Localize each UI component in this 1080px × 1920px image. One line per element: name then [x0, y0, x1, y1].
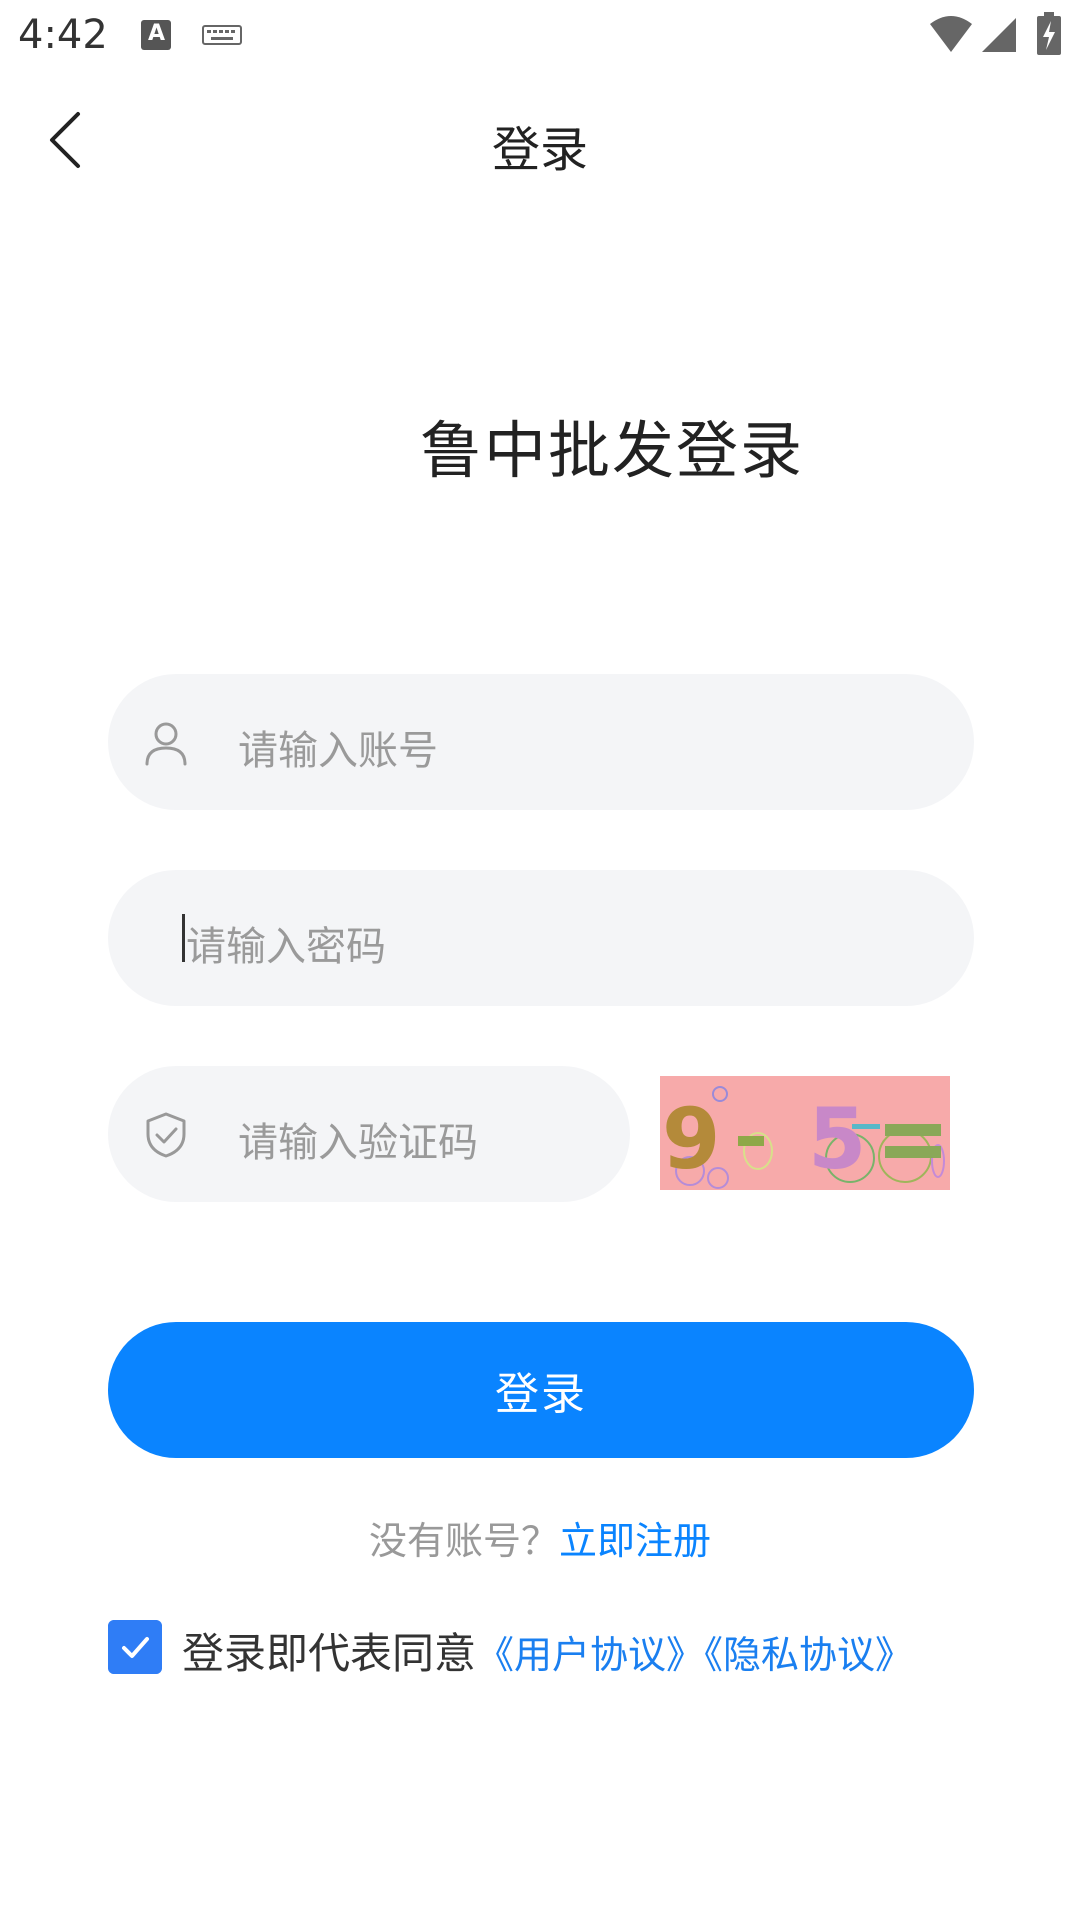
login-screen: 4:42 A 登录 鲁中批发登录 请输入账号 请输入密码 请输入验证码 9 5 …: [0, 0, 1080, 1920]
headline: 鲁中批发登录: [420, 414, 805, 487]
register-link[interactable]: 立即注册: [559, 1519, 711, 1563]
login-button[interactable]: 登录: [108, 1322, 974, 1458]
agreement-checkbox[interactable]: [108, 1620, 162, 1674]
svg-text:5: 5: [808, 1090, 866, 1188]
nav-bar: 登录: [0, 80, 1080, 200]
register-prompt: 没有账号？: [368, 1519, 559, 1563]
status-time: 4:42: [18, 12, 108, 58]
page-title: 登录: [491, 122, 588, 178]
user-icon: [145, 722, 187, 766]
password-input[interactable]: 请输入密码: [108, 870, 974, 1006]
signal-icon: [982, 18, 1016, 52]
a-badge-icon: A: [141, 20, 171, 50]
captcha-image[interactable]: 9 5: [660, 1076, 950, 1190]
agreement-text: 登录即代表同意《用户协议》《隐私协议》: [182, 1620, 913, 1681]
svg-text:9: 9: [662, 1090, 720, 1188]
battery-charging-icon: [1037, 12, 1061, 55]
account-placeholder: 请输入账号: [238, 728, 438, 774]
register-row: 没有账号？立即注册: [0, 1510, 1080, 1565]
captcha-placeholder: 请输入验证码: [238, 1120, 478, 1166]
agreement-row: 登录即代表同意《用户协议》《隐私协议》: [108, 1618, 1068, 1678]
shield-check-icon: [146, 1112, 186, 1158]
password-placeholder: 请输入密码: [186, 924, 386, 970]
status-bar: 4:42 A: [0, 0, 1080, 72]
keyboard-icon: [202, 25, 242, 45]
text-cursor: [182, 914, 185, 962]
account-input[interactable]: 请输入账号: [108, 674, 974, 810]
agreement-label: 登录即代表同意: [182, 1629, 477, 1678]
privacy-agreement-link[interactable]: 《隐私协议》: [704, 1633, 913, 1677]
user-agreement-link[interactable]: 《用户协议》: [476, 1633, 704, 1677]
captcha-input[interactable]: 请输入验证码: [108, 1066, 630, 1202]
wifi-icon: [930, 16, 972, 52]
